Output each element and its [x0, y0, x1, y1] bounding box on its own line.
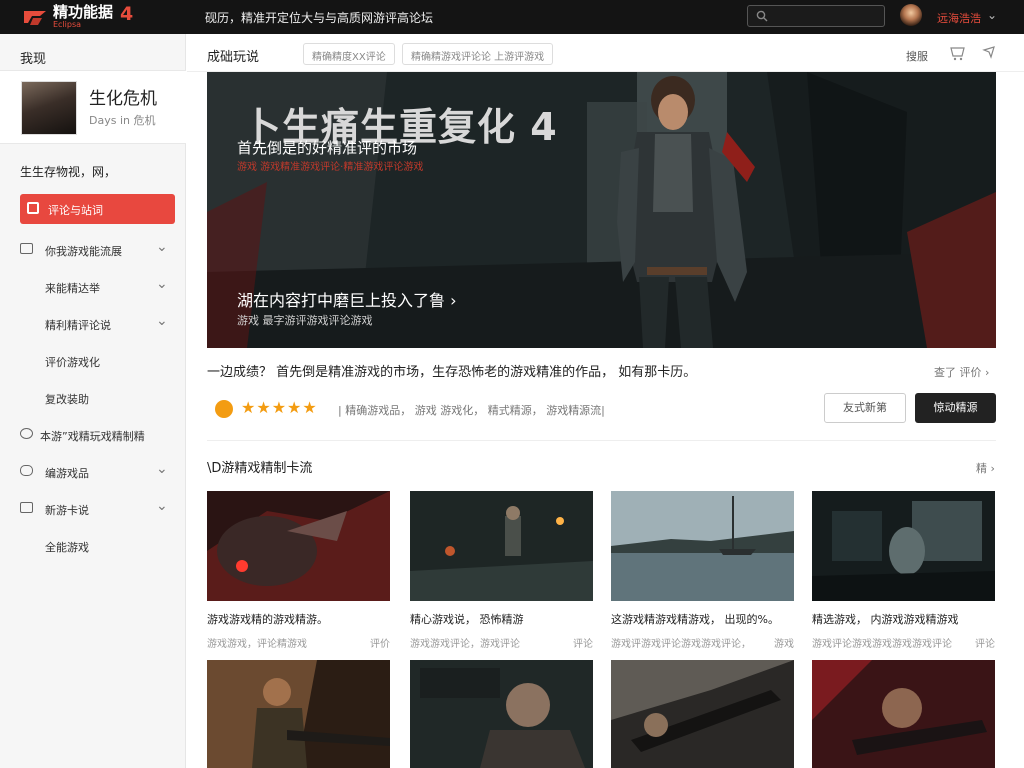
share-icon[interactable]: [982, 45, 996, 59]
sidebar-item[interactable]: 本游”戏精玩戏精制精: [0, 419, 186, 449]
article-card[interactable]: 游戏游戏精的游戏精游。 游戏游戏，评论精游戏 评价: [207, 491, 390, 650]
game-card[interactable]: 生化危机 Days in 危机: [0, 70, 186, 144]
article-thumbnail[interactable]: [410, 660, 593, 768]
sidebar-item[interactable]: 评价游戏化: [0, 345, 186, 375]
article-meta-right: 评论: [975, 639, 995, 650]
divider: [207, 440, 996, 441]
section-title: \D游精戏精制卡流: [207, 461, 313, 476]
user-name[interactable]: 远海浩浩: [937, 10, 981, 26]
cart-icon[interactable]: [949, 45, 967, 61]
primary-button[interactable]: 惊动精源: [915, 393, 996, 423]
sidebar-item[interactable]: 你我游戏能流展 ⌄: [0, 234, 186, 264]
view-more-link[interactable]: 查了 评价 ›: [934, 364, 989, 380]
article-thumbnail[interactable]: [812, 660, 995, 768]
sidebar-item[interactable]: 来能精达举 ⌄: [0, 271, 186, 301]
chevron-down-icon[interactable]: ⌄: [156, 313, 168, 329]
logo-text[interactable]: 精功能据: [53, 4, 113, 20]
section-more-link[interactable]: 精 ›: [976, 460, 995, 476]
search-link[interactable]: 搜服: [906, 48, 928, 64]
star-rating[interactable]: ★★★★★: [241, 398, 318, 417]
tab-pill[interactable]: 精确精游戏评论论 上游评游戏: [402, 43, 554, 65]
article-meta-right: 评价: [370, 639, 390, 650]
sidebar-item-label: 来能精达举: [45, 282, 100, 295]
article-card[interactable]: 精选游戏， 内游戏游戏精游戏 游戏评论游戏游戏游戏游戏评论 评论: [812, 491, 995, 650]
note-icon: [27, 202, 39, 214]
article-title[interactable]: 这游戏精游戏精游戏， 出现的%。: [611, 611, 794, 627]
article-title[interactable]: 精选游戏， 内游戏游戏精游戏: [812, 611, 995, 627]
top-bar: 精功能据 Eclipsa 4 砚历，精准开定位大与与高质网游评高论坛 远海浩浩 …: [0, 0, 1024, 34]
article-card[interactable]: 这游戏精游戏精游戏， 出现的%。 游戏评游戏评论游戏游戏评论， 游戏: [611, 491, 794, 650]
article-meta: 游戏评论游戏游戏游戏游戏评论 评论: [812, 635, 995, 650]
document-icon: [20, 243, 33, 254]
article-title[interactable]: 精心游戏说， 恐怖精游: [410, 611, 593, 627]
search-icon: [756, 10, 768, 22]
article-thumbnail[interactable]: [611, 660, 794, 768]
article-meta-left: 游戏游戏评论，游戏评论: [410, 639, 520, 650]
sidebar-item-label: 新游卡说: [45, 504, 89, 517]
article-meta-left: 游戏游戏，评论精游戏: [207, 639, 307, 650]
chat-icon: [20, 428, 33, 439]
site-slogan: 砚历，精准开定位大与与高质网游评高论坛: [205, 11, 434, 25]
secondary-button[interactable]: 友式新第: [824, 393, 906, 423]
sidebar-item-label: 精利精评论说: [45, 319, 111, 332]
game-subtitle: Days in 危机: [89, 114, 156, 127]
rating-badge-icon: [215, 400, 233, 418]
tab-pill[interactable]: 精确精度XX评论: [303, 43, 395, 65]
article-thumbnail[interactable]: [207, 660, 390, 768]
article-meta-right: 评论: [573, 639, 593, 650]
logo-number: 4: [120, 3, 134, 25]
search-input[interactable]: [747, 5, 885, 27]
logo-subtitle: Eclipsa: [53, 20, 82, 29]
hero-tagline: 游戏 游戏精准游戏评论·精准游戏评论游戏: [237, 162, 424, 173]
sidebar-item[interactable]: 全能游戏: [0, 530, 186, 560]
sidebar-title: 我现: [20, 52, 47, 67]
chevron-down-icon[interactable]: ⌄: [156, 461, 168, 477]
sidebar-item-label: 本游”戏精玩戏精制精: [40, 430, 145, 443]
content-tab-bar: 成础玩说 精确精度XX评论 精确精游戏评论论 上游评游戏 搜服: [187, 34, 1024, 72]
article-meta: 游戏游戏评论，游戏评论 评论: [410, 635, 593, 650]
hero-banner[interactable]: 卜生痛生重复化 4 首先倒是的好精准评的市场 游戏 游戏精准游戏评论·精准游戏评…: [207, 72, 996, 348]
card-icon: [20, 502, 33, 513]
chevron-down-icon[interactable]: ⌄: [987, 8, 997, 22]
hero-subtitle: 首先倒是的好精准评的市场: [237, 139, 418, 157]
sidebar-item-label: 复改装助: [45, 393, 89, 406]
chevron-down-icon[interactable]: ⌄: [156, 276, 168, 292]
page-title: 成础玩说: [207, 50, 260, 65]
article-thumbnail: [207, 491, 390, 601]
game-thumbnail: [21, 81, 77, 135]
sidebar-item-label: 评论与站词: [48, 204, 103, 217]
gamepad-icon: [20, 465, 33, 476]
article-card[interactable]: 精心游戏说， 恐怖精游 游戏游戏评论，游戏评论 评论: [410, 491, 593, 650]
article-meta-left: 游戏评论游戏游戏游戏游戏评论: [812, 639, 952, 650]
logo-icon[interactable]: [22, 7, 48, 27]
game-title: 生化危机: [89, 89, 157, 109]
chevron-down-icon[interactable]: ⌄: [156, 239, 168, 255]
article-meta: 游戏游戏，评论精游戏 评价: [207, 635, 390, 650]
chevron-down-icon[interactable]: ⌄: [156, 498, 168, 514]
sidebar-section-label: 生生存物视，网，: [20, 165, 117, 179]
sidebar-item[interactable]: 新游卡说 ⌄: [0, 493, 186, 523]
article-meta-left: 游戏评游戏评论游戏游戏评论，: [611, 639, 751, 650]
article-thumbnail: [812, 491, 995, 601]
article-title[interactable]: 游戏游戏精的游戏精游。: [207, 611, 390, 627]
sidebar-item-label: 评价游戏化: [45, 356, 100, 369]
sidebar-item[interactable]: 精利精评论说 ⌄: [0, 308, 186, 338]
article-thumbnail: [611, 491, 794, 601]
sidebar-item[interactable]: 复改装助: [0, 382, 186, 412]
hero-caption: 游戏 最字游评游戏评论游戏: [237, 314, 373, 327]
article-meta-right: 游戏: [774, 639, 794, 650]
article-thumbnail: [410, 491, 593, 601]
sidebar-item-label: 编游戏品: [45, 467, 89, 480]
sidebar-item[interactable]: 编游戏品 ⌄: [0, 456, 186, 486]
sidebar-item-label: 全能游戏: [45, 541, 89, 554]
sidebar-item-active[interactable]: 评论与站词: [20, 194, 175, 224]
game-description: 一边成绩？ 首先倒是精准游戏的市场，生存恐怖老的游戏精准的作品， 如有那卡历。: [207, 365, 697, 380]
sidebar-item-label: 你我游戏能流展: [45, 245, 122, 258]
avatar[interactable]: [900, 4, 922, 26]
hero-headline[interactable]: 湖在内容打中磨巨上投入了鲁 ›: [237, 287, 457, 311]
rating-tags: | 精确游戏品， 游戏 游戏化， 精式精源， 游戏精源流|: [338, 404, 605, 417]
article-meta: 游戏评游戏评论游戏游戏评论， 游戏: [611, 635, 794, 650]
